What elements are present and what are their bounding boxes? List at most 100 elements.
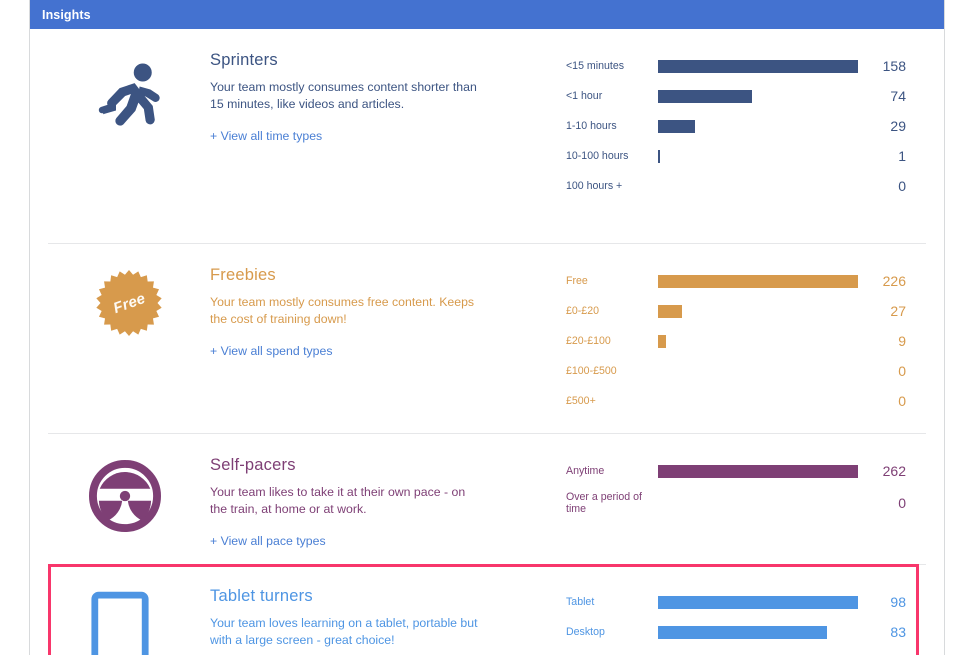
section-view-all-link[interactable]: + View all spend types — [210, 344, 332, 358]
chart-bar — [658, 625, 828, 639]
chart-row: £20-£100 9 — [566, 326, 906, 356]
chart-row-label: 1-10 hours — [566, 119, 617, 132]
section-title: Tablet turners — [210, 587, 313, 605]
chart-row-value: 0 — [898, 495, 906, 511]
section-title: Freebies — [210, 266, 276, 284]
chart-bar — [658, 89, 752, 103]
section-description: Your team mostly consumes free content. … — [210, 295, 475, 326]
runner-icon — [89, 55, 169, 135]
section-view-all-link[interactable]: + View all pace types — [210, 534, 326, 548]
insights-sections: Sprinters Your team mostly consumes conte… — [30, 29, 944, 655]
section-inner: Self-pacers Your team likes to take it at… — [48, 433, 926, 564]
chart-bar-track — [658, 395, 864, 408]
section-inner: Tablet turners Your team loves learning o… — [48, 564, 926, 655]
chart-bar — [658, 149, 660, 163]
chart-row: <15 minutes 158 — [566, 51, 906, 81]
chart-bar-track — [658, 365, 864, 378]
chart-bar-track — [658, 149, 864, 163]
bar-chart-freebies: Free 226 £0-£20 27 £20-£100 9 £100-£500 0 £500+ 0 — [566, 266, 906, 416]
chart-bar — [658, 464, 858, 478]
chart-row-value: 158 — [882, 58, 906, 74]
section-text-cell: Tablet turners Your team loves learning o… — [210, 565, 552, 655]
card-header-title: Insights — [42, 7, 91, 22]
chart-row-label: <15 minutes — [566, 59, 625, 72]
insight-section-tablet-turners: Tablet turners Your team loves learning o… — [30, 564, 944, 655]
section-icon-cell — [48, 565, 210, 655]
chart-row-value: 226 — [882, 273, 906, 289]
chart-row: <1 hour 74 — [566, 81, 906, 111]
insight-section-self-pacers: Self-pacers Your team likes to take it at… — [30, 433, 944, 564]
chart-row-label: Free — [566, 274, 588, 287]
chart-row-label: <1 hour — [566, 89, 603, 102]
chart-row-value: 98 — [890, 594, 906, 610]
chart-row-value: 83 — [890, 624, 906, 640]
chart-row-label: Desktop — [566, 625, 605, 638]
chart-bar-track — [658, 334, 864, 348]
section-description: Your team mostly consumes content shorte… — [210, 80, 477, 111]
insight-section-freebies: Free Freebies Your team mostly consumes fr… — [30, 243, 944, 433]
chart-bar — [658, 334, 666, 348]
chart-bar-track — [658, 497, 864, 510]
bar-chart-tablet-turners: Tablet 98 Desktop 83 Mobile81 — [566, 587, 906, 655]
steering-wheel-icon — [89, 460, 169, 540]
section-icon-cell — [48, 434, 210, 540]
section-title: Sprinters — [210, 51, 278, 69]
section-inner: Sprinters Your team mostly consumes conte… — [48, 29, 926, 243]
insights-page: Insights Sprinters Your team mostly consu… — [0, 0, 969, 655]
chart-row: £100-£500 0 — [566, 356, 906, 386]
chart-row-label: Tablet — [566, 595, 595, 608]
section-text-cell: Self-pacers Your team likes to take it at… — [210, 434, 552, 550]
chart-row-value: 0 — [898, 178, 906, 194]
chart-bar-track — [658, 89, 864, 103]
free-badge-icon: Free — [96, 270, 162, 336]
chart-row: 100 hours + 0 — [566, 171, 906, 201]
section-chart-cell: Free 226 £0-£20 27 £20-£100 9 £100-£500 0 £500+ 0 — [552, 244, 926, 416]
card-header: Insights — [30, 0, 944, 29]
chart-bar-track — [658, 180, 864, 193]
section-inner: Free Freebies Your team mostly consumes fr… — [48, 243, 926, 433]
chart-bar — [658, 59, 858, 73]
chart-row-value: 9 — [898, 333, 906, 349]
section-title: Self-pacers — [210, 456, 296, 474]
bar-chart-self-pacers: Anytime 262 Over a period of time 0 — [566, 456, 906, 520]
insights-card: Insights Sprinters Your team mostly consu… — [30, 0, 945, 655]
section-chart-cell: <15 minutes 158 <1 hour 74 1-10 hours 29 10-10… — [552, 29, 926, 201]
chart-row: 1-10 hours 29 — [566, 111, 906, 141]
chart-row-label: Anytime — [566, 464, 605, 477]
chart-row-value: 1 — [898, 148, 906, 164]
chart-bar-track — [658, 274, 864, 288]
chart-bar-track — [658, 59, 864, 73]
chart-row-value: 262 — [882, 463, 906, 479]
chart-row-label: £20-£100 — [566, 334, 611, 347]
chart-bar-track — [658, 304, 864, 318]
chart-row: Desktop 83 — [566, 617, 906, 647]
chart-bar — [658, 595, 858, 609]
chart-bar-track — [658, 119, 864, 133]
chart-row: Tablet 98 — [566, 587, 906, 617]
chart-bar-track — [658, 595, 864, 609]
chart-row-label: 10-100 hours — [566, 149, 629, 162]
insight-section-sprinters: Sprinters Your team mostly consumes conte… — [30, 29, 944, 243]
section-icon-cell — [48, 29, 210, 135]
chart-row-label: Over a period of time — [566, 490, 642, 516]
chart-bar — [658, 304, 682, 318]
chart-row: Anytime 262 — [566, 456, 906, 486]
chart-row-label: 100 hours + — [566, 179, 623, 192]
section-text-cell: Freebies Your team mostly consumes free c… — [210, 244, 552, 360]
section-description: Your team likes to take it at their own … — [210, 485, 466, 516]
bar-chart-sprinters: <15 minutes 158 <1 hour 74 1-10 hours 29 10-10… — [566, 51, 906, 201]
chart-row-label: £100-£500 — [566, 364, 617, 377]
chart-row-label: £0-£20 — [566, 304, 599, 317]
chart-bar-track — [658, 625, 864, 639]
chart-row-label: £500+ — [566, 394, 596, 407]
section-description: Your team loves learning on a tablet, po… — [210, 616, 478, 647]
chart-row: 10-100 hours 1 — [566, 141, 906, 171]
chart-row-value: 74 — [890, 88, 906, 104]
chart-bar — [658, 274, 858, 288]
section-chart-cell: Tablet 98 Desktop 83 Mobile81 — [552, 565, 926, 655]
chart-row-value: 29 — [890, 118, 906, 134]
section-text-cell: Sprinters Your team mostly consumes conte… — [210, 29, 552, 145]
tablet-icon — [89, 591, 169, 655]
section-view-all-link[interactable]: + View all time types — [210, 129, 322, 143]
chart-row-value: 0 — [898, 393, 906, 409]
